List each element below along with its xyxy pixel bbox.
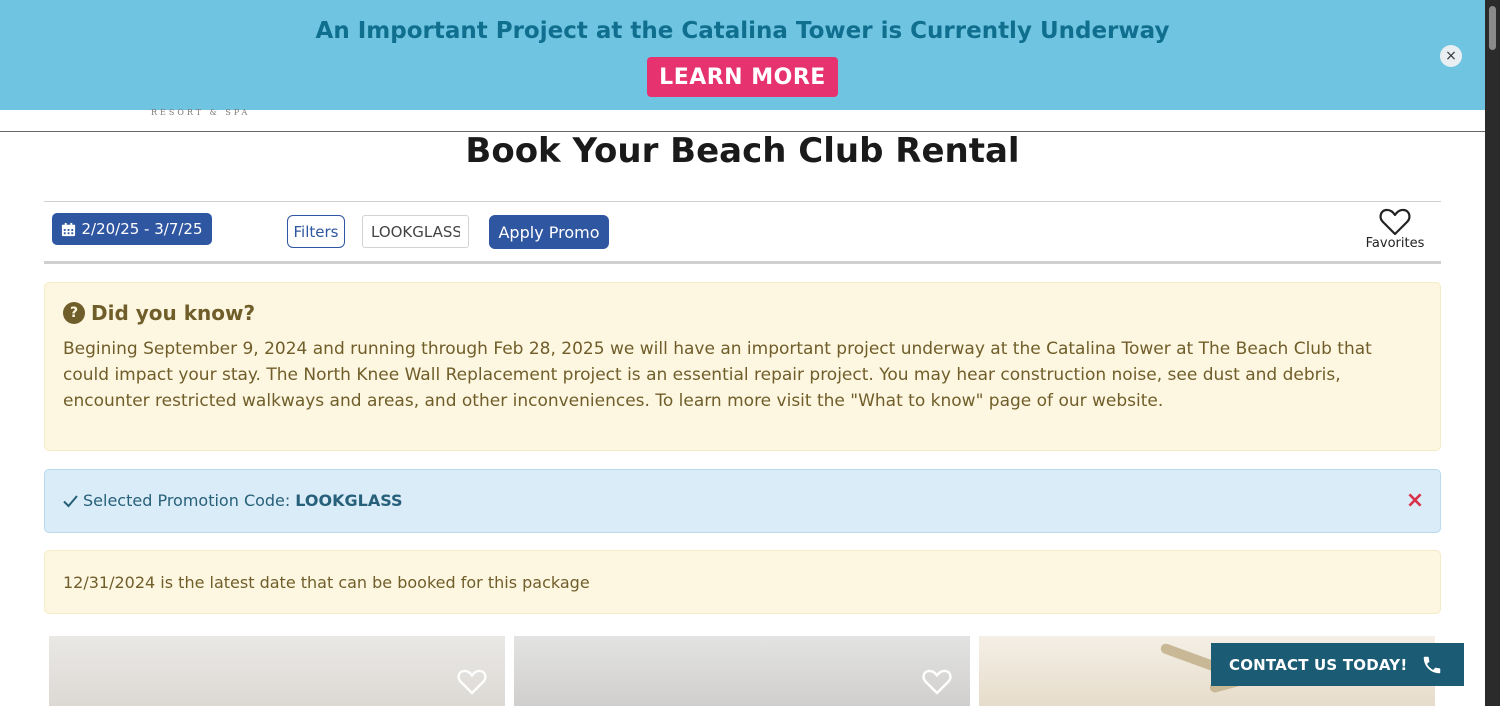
selected-promo-alert: Selected Promotion Code: LOOKGLASS × [44, 469, 1441, 533]
scrollbar-thumb[interactable] [1489, 6, 1496, 50]
alert-heading: ? Did you know? [63, 301, 255, 325]
favorites-label: Favorites [1365, 236, 1425, 251]
contact-us-button[interactable]: CONTACT US TODAY! [1211, 643, 1464, 686]
page-title: Book Your Beach Club Rental [465, 131, 1020, 171]
promo-label: Selected Promotion Code: [83, 491, 291, 510]
date-range-button[interactable]: 2/20/25 - 3/7/25 [52, 213, 212, 245]
question-circle-icon: ? [63, 302, 85, 324]
heart-icon [1379, 208, 1411, 236]
rental-card[interactable] [49, 636, 505, 706]
heart-icon[interactable] [457, 669, 487, 695]
booking-date-text: 12/31/2024 is the latest date that can b… [63, 573, 590, 592]
banner-close-icon[interactable]: × [1440, 45, 1462, 67]
learn-more-button[interactable]: LEARN MORE [647, 57, 838, 97]
alert-body: Begining September 9, 2024 and running t… [63, 339, 1372, 411]
logo-subtitle: RESORT & SPA [151, 108, 251, 117]
promo-code-input[interactable] [362, 215, 469, 248]
date-range-label: 2/20/25 - 3/7/25 [81, 220, 203, 238]
promo-code: LOOKGLASS [295, 491, 403, 510]
toolbar-divider-top [44, 201, 1441, 202]
calendar-icon [62, 222, 76, 236]
did-you-know-alert: ? Did you know? Begining September 9, 20… [44, 282, 1441, 451]
remove-promo-close-icon[interactable]: × [1404, 488, 1426, 513]
toolbar-divider-bottom [44, 261, 1441, 264]
scrollbar[interactable] [1485, 0, 1500, 706]
filters-button[interactable]: Filters [287, 215, 345, 248]
favorites-button[interactable]: Favorites [1360, 208, 1430, 258]
apply-promo-button[interactable]: Apply Promo [489, 215, 609, 249]
phone-icon [1423, 656, 1441, 674]
banner-title: An Important Project at the Catalina Tow… [315, 18, 1170, 44]
heart-icon[interactable] [922, 669, 952, 695]
alert-heading-text: Did you know? [91, 301, 256, 325]
check-icon [63, 494, 78, 507]
promo-info: Selected Promotion Code: LOOKGLASS [63, 491, 403, 510]
rental-card[interactable] [514, 636, 970, 706]
announcement-banner: An Important Project at the Catalina Tow… [0, 0, 1485, 110]
booking-date-alert: 12/31/2024 is the latest date that can b… [44, 550, 1441, 614]
contact-label: CONTACT US TODAY! [1229, 655, 1408, 674]
